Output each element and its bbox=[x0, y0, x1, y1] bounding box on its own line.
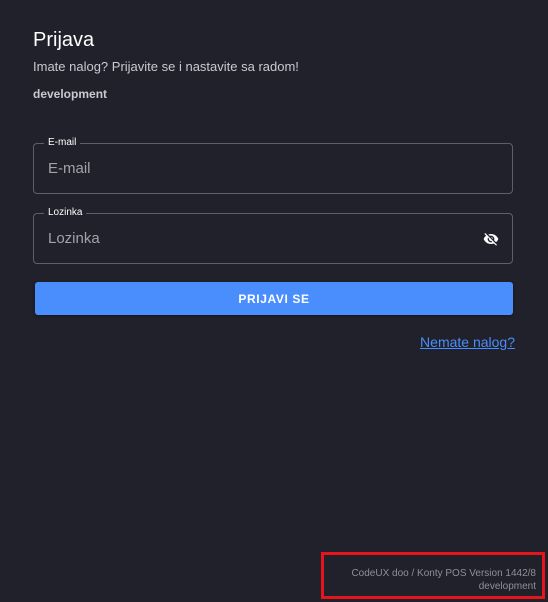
password-input[interactable] bbox=[48, 214, 468, 263]
eye-off-icon[interactable] bbox=[482, 231, 500, 247]
page-title: Prijava bbox=[33, 29, 95, 51]
page-subtitle: Imate nalog? Prijavite se i nastavite sa… bbox=[33, 59, 299, 74]
email-input[interactable] bbox=[48, 144, 468, 193]
login-page: Prijava Imate nalog? Prijavite se i nast… bbox=[0, 0, 548, 602]
version-footer: CodeUX doo / Konty POS Version 1442/8 de… bbox=[321, 552, 545, 599]
environment-label: development bbox=[33, 87, 108, 101]
login-button[interactable]: PRIJAVI SE bbox=[35, 282, 513, 315]
register-link[interactable]: Nemate nalog? bbox=[420, 333, 515, 351]
footer-environment-text: development bbox=[478, 581, 536, 592]
password-field[interactable]: Lozinka bbox=[33, 207, 513, 264]
version-text: CodeUX doo / Konty POS Version 1442/8 bbox=[351, 568, 536, 579]
email-field[interactable]: E-mail bbox=[33, 137, 513, 194]
